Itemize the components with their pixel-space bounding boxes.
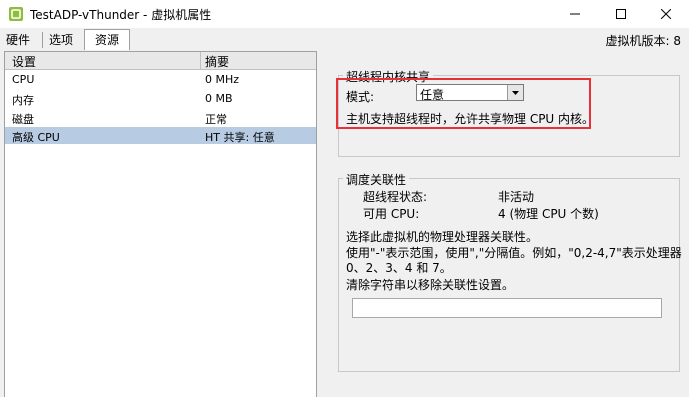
- ht-status-label: 超线程状态:: [363, 190, 428, 204]
- row-summary: 0 MHz: [205, 73, 240, 86]
- affinity-input[interactable]: [352, 298, 662, 318]
- vm-version-label: 虚拟机版本: 8: [605, 34, 682, 48]
- clear-affinity-hint: 清除字符串以移除关联性设置。: [346, 278, 515, 292]
- affinity-instructions-line3: 0、2、3、4 和 7。: [346, 261, 452, 275]
- list-header: 设置 摘要: [5, 52, 316, 70]
- close-button[interactable]: [643, 0, 689, 28]
- column-header-setting[interactable]: 设置: [12, 53, 36, 70]
- available-cpu-label: 可用 CPU:: [363, 207, 420, 221]
- row-summary: 0 MB: [205, 92, 233, 105]
- vm-app-icon: [8, 6, 24, 22]
- tab-resources[interactable]: 资源: [84, 29, 130, 50]
- window-title: TestADP-vThunder - 虚拟机属性: [30, 8, 212, 22]
- row-setting: 内存: [12, 94, 34, 107]
- row-setting: 磁盘: [12, 113, 34, 126]
- row-summary: 正常: [205, 113, 227, 126]
- list-row-memory[interactable]: 内存 0 MB: [5, 90, 316, 107]
- minimize-button[interactable]: [552, 0, 598, 28]
- ht-status-value: 非活动: [498, 190, 535, 204]
- column-header-summary[interactable]: 摘要: [205, 53, 229, 70]
- affinity-instructions-line1: 选择此虚拟机的物理处理器关联性。: [346, 230, 539, 244]
- tab-hardware[interactable]: 硬件: [6, 31, 30, 49]
- tab-separator: [42, 32, 43, 48]
- tab-bar: 硬件 选项 资源 虚拟机版本: 8: [0, 28, 689, 50]
- close-icon: [661, 9, 671, 19]
- column-divider[interactable]: [200, 52, 201, 69]
- title-bar: TestADP-vThunder - 虚拟机属性: [0, 0, 689, 28]
- affinity-group-title: 调度关联性: [343, 171, 410, 188]
- settings-list: 设置 摘要 CPU 0 MHz 内存 0 MB 磁盘 正常 高级 CPU HT …: [4, 51, 317, 397]
- available-cpu-value: 4 (物理 CPU 个数): [498, 207, 599, 221]
- maximize-icon: [616, 9, 626, 19]
- maximize-button[interactable]: [598, 0, 644, 28]
- row-summary: HT 共享: 任意: [205, 131, 275, 144]
- tab-options[interactable]: 选项: [49, 31, 73, 49]
- highlight-annotation-box: [336, 78, 591, 129]
- list-row-cpu[interactable]: CPU 0 MHz: [5, 71, 316, 88]
- list-row-disk[interactable]: 磁盘 正常: [5, 109, 316, 126]
- minimize-icon: [570, 13, 580, 15]
- list-row-advanced-cpu[interactable]: 高级 CPU HT 共享: 任意: [5, 127, 316, 144]
- row-setting: CPU: [12, 73, 35, 86]
- row-setting: 高级 CPU: [12, 131, 60, 144]
